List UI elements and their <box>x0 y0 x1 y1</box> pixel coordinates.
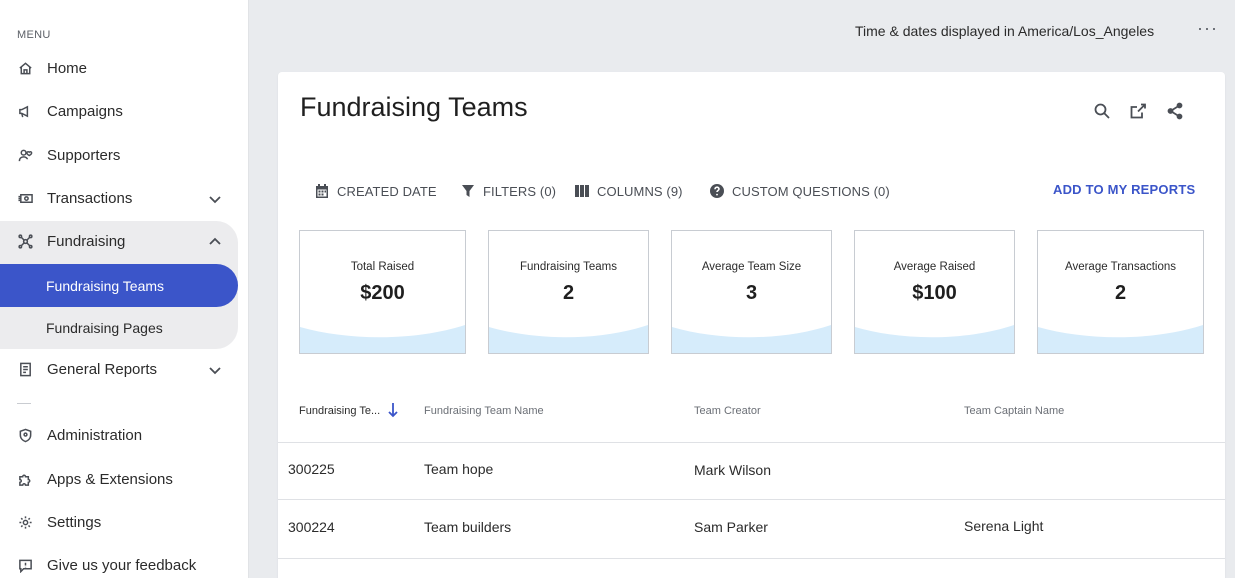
wave-decoration <box>300 325 465 353</box>
stat-card-average-team-size: Average Team Size 3 <box>671 230 832 354</box>
sidebar-divider <box>17 403 31 404</box>
cell-team-name: Team builders <box>424 519 512 535</box>
created-date-filter[interactable]: CREATED DATE <box>314 181 437 201</box>
sort-arrow-down-icon[interactable] <box>387 402 399 418</box>
sidebar: MENU Home Campaigns Supporters Transacti… <box>0 0 249 578</box>
sidebar-item-label: Apps & Extensions <box>47 471 173 488</box>
stat-value: 2 <box>1114 282 1127 304</box>
stat-card-average-raised: Average Raised $100 <box>854 230 1015 354</box>
search-icon[interactable] <box>1091 100 1113 122</box>
cell-team-creator: Mark Wilson <box>694 462 772 478</box>
column-header-team-name[interactable]: Fundraising Team Name <box>424 405 544 417</box>
sidebar-item-label: Campaigns <box>47 103 123 120</box>
cell-team-id: 300225 <box>288 461 335 477</box>
sidebar-subitem-label: Fundraising Teams <box>46 277 165 294</box>
filter-label: COLUMNS (9) <box>597 183 683 199</box>
custom-questions-button[interactable]: CUSTOM QUESTIONS (0) <box>709 181 890 201</box>
stat-value: $100 <box>912 282 957 304</box>
wave-decoration <box>672 325 831 353</box>
stat-value: $200 <box>360 282 405 304</box>
stat-value: 2 <box>562 282 575 304</box>
table-divider <box>278 499 1225 500</box>
shield-icon <box>17 428 33 444</box>
puzzle-icon <box>17 472 33 488</box>
columns-button[interactable]: COLUMNS (9) <box>574 181 683 201</box>
sidebar-subitem-label: Fundraising Pages <box>46 319 163 336</box>
wave-decoration <box>489 325 648 353</box>
sidebar-item-fundraising[interactable]: Fundraising <box>0 220 238 263</box>
money-icon <box>17 191 33 207</box>
wave-decoration <box>1038 325 1203 353</box>
megaphone-icon <box>17 104 33 120</box>
sidebar-item-supporters[interactable]: Supporters <box>0 134 238 177</box>
stat-value: 3 <box>745 282 758 304</box>
stat-label: Fundraising Teams <box>520 261 617 273</box>
sidebar-item-label: Administration <box>47 427 143 444</box>
filter-label: FILTERS (0) <box>483 183 557 199</box>
add-to-my-reports-link[interactable]: ADD TO MY REPORTS <box>1053 182 1195 197</box>
fundraising-icon <box>17 234 33 250</box>
column-header-team-creator[interactable]: Team Creator <box>694 405 761 417</box>
sidebar-item-apps-extensions[interactable]: Apps & Extensions <box>0 458 238 501</box>
stat-card-fundraising-teams: Fundraising Teams 2 <box>488 230 649 354</box>
stat-label: Total Raised <box>350 261 415 273</box>
sidebar-item-label: Transactions <box>47 190 133 207</box>
sidebar-item-label: Settings <box>47 514 102 531</box>
sidebar-item-transactions[interactable]: Transactions <box>0 177 238 220</box>
cell-team-name: Team hope <box>424 461 494 477</box>
chevron-up-icon[interactable] <box>208 235 222 249</box>
cell-team-creator: Sam Parker <box>694 519 768 535</box>
filter-icon <box>462 185 474 197</box>
sidebar-subitem-fundraising-pages[interactable]: Fundraising Pages <box>0 306 238 349</box>
table-divider <box>278 442 1225 443</box>
sidebar-item-label: Supporters <box>47 147 121 164</box>
sidebar-item-label: General Reports <box>47 361 158 378</box>
sidebar-item-label: Give us your feedback <box>47 557 197 574</box>
menu-label: MENU <box>17 29 51 41</box>
sidebar-item-feedback[interactable]: Give us your feedback <box>0 544 238 578</box>
question-icon <box>710 184 724 198</box>
wave-decoration <box>855 325 1014 353</box>
more-options-icon[interactable]: ··· <box>1197 19 1217 38</box>
report-icon <box>17 362 33 378</box>
timezone-notice: Time & dates displayed in America/Los_An… <box>855 23 1155 39</box>
page-title: Fundraising Teams <box>300 92 528 122</box>
filters-button[interactable]: FILTERS (0) <box>460 181 556 201</box>
stat-label: Average Transactions <box>1064 261 1177 273</box>
calendar-icon <box>316 184 328 198</box>
sidebar-item-label: Home <box>47 60 88 77</box>
gear-icon <box>17 515 33 531</box>
sidebar-item-campaigns[interactable]: Campaigns <box>0 90 238 133</box>
export-icon[interactable] <box>1127 100 1149 122</box>
stat-label: Average Team Size <box>701 261 802 273</box>
sidebar-item-settings[interactable]: Settings <box>0 501 238 544</box>
filter-label: CREATED DATE <box>337 183 437 199</box>
feedback-icon <box>17 558 33 574</box>
chevron-down-icon[interactable] <box>208 363 222 377</box>
column-header-team-captain[interactable]: Team Captain Name <box>964 405 1064 417</box>
stat-card-average-transactions: Average Transactions 2 <box>1037 230 1204 354</box>
sidebar-subitem-fundraising-teams[interactable]: Fundraising Teams <box>0 264 238 307</box>
columns-icon <box>575 185 589 197</box>
share-icon[interactable] <box>1164 100 1186 122</box>
home-icon <box>17 61 33 77</box>
column-header-team-id[interactable]: Fundraising Te... <box>299 405 380 417</box>
table-divider <box>278 558 1225 559</box>
filter-label: CUSTOM QUESTIONS (0) <box>732 183 890 199</box>
cell-team-id: 300224 <box>288 519 335 535</box>
cell-team-captain: Serena Light <box>964 518 1044 534</box>
stat-label: Average Raised <box>893 261 976 273</box>
stat-card-total-raised: Total Raised $200 <box>299 230 466 354</box>
sidebar-item-label: Fundraising <box>47 233 126 250</box>
sidebar-item-administration[interactable]: Administration <box>0 414 238 457</box>
report-card: Fundraising Teams CREATED DATE FILTERS (… <box>278 72 1225 578</box>
sidebar-item-general-reports[interactable]: General Reports <box>0 348 238 391</box>
sidebar-item-home[interactable]: Home <box>0 47 238 90</box>
supporter-icon <box>17 148 33 164</box>
chevron-down-icon[interactable] <box>208 192 222 206</box>
